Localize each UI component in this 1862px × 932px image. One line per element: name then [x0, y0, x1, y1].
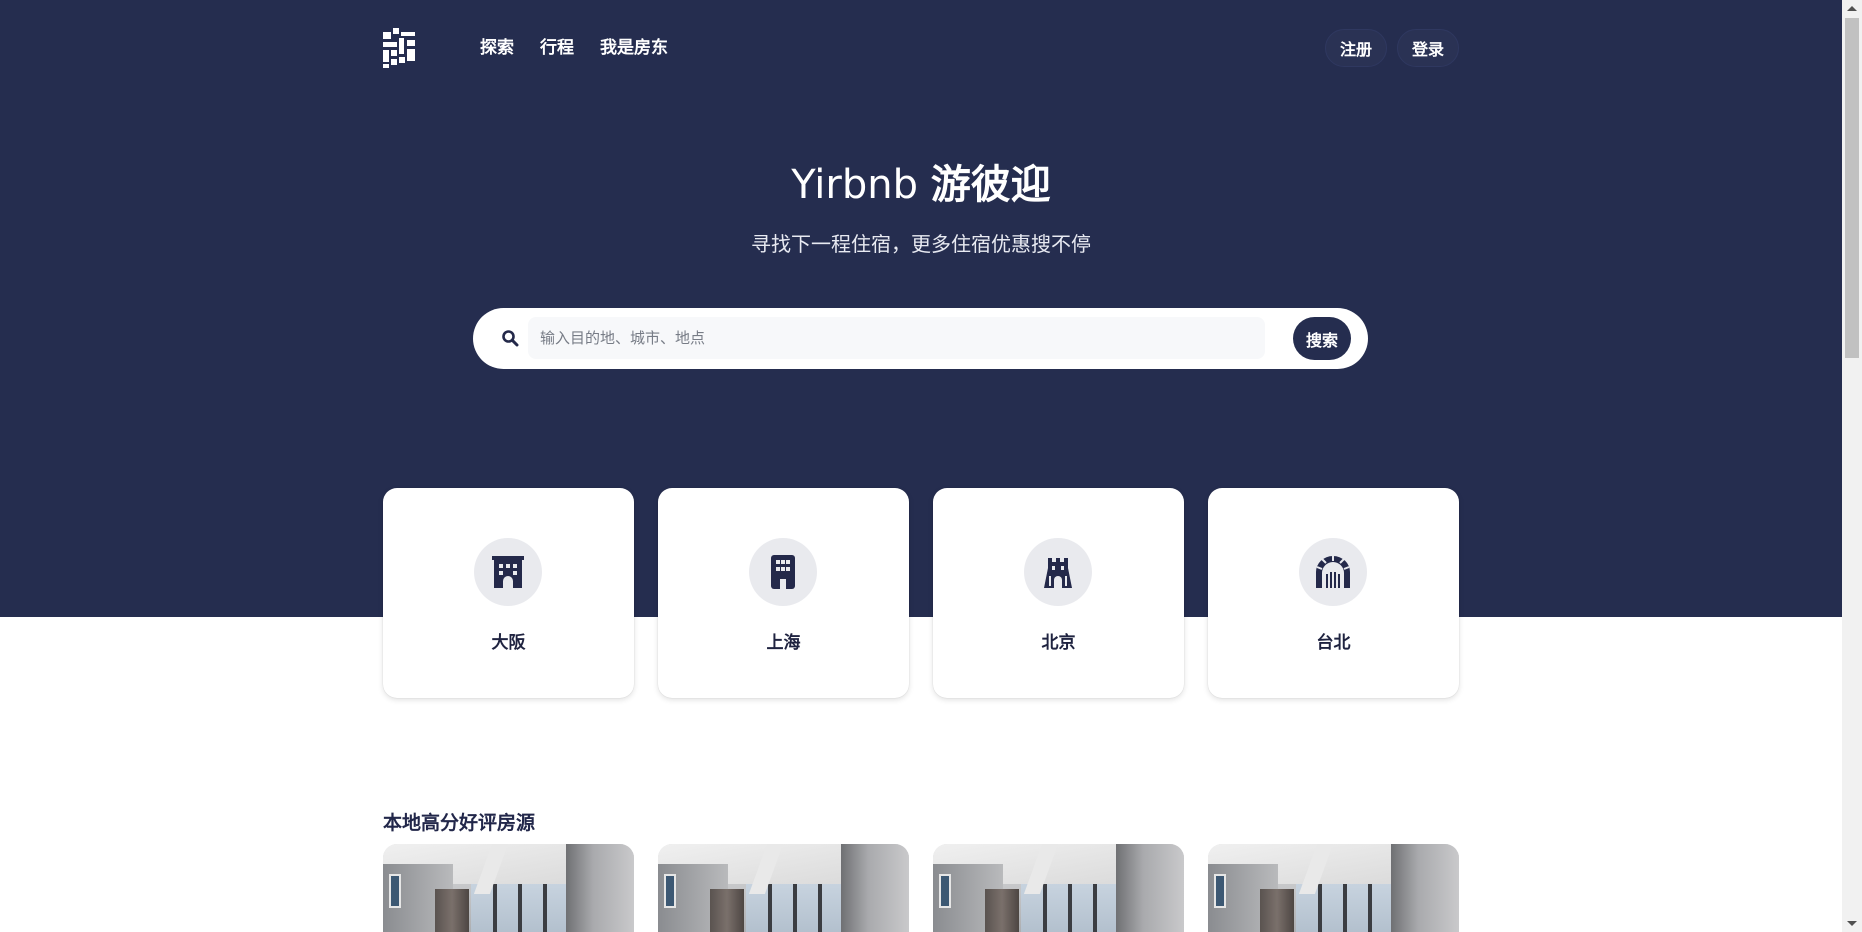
nav-item-host[interactable]: 我是房东 — [600, 36, 668, 60]
main-nav: 探索 行程 我是房东 — [480, 36, 668, 60]
city-name: 台北 — [1316, 633, 1351, 653]
section-title-top-rated: 本地高分好评房源 — [383, 812, 536, 834]
gate-tower-icon — [1024, 538, 1092, 606]
city-card-beijing[interactable]: 北京 — [933, 488, 1184, 698]
search-button[interactable]: 搜索 — [1293, 317, 1351, 360]
top-navigation: 探索 行程 我是房东 注册 登录 — [383, 28, 1459, 68]
city-list: 大阪 上海 北京 台北 — [383, 488, 1459, 698]
listing-grid — [383, 844, 1459, 932]
hero-subtitle: 寻找下一程住宿，更多住宿优惠搜不停 — [751, 232, 1091, 256]
listing-card[interactable] — [383, 844, 634, 932]
city-card-taipei[interactable]: 台北 — [1208, 488, 1459, 698]
scroll-down-arrow-icon[interactable] — [1847, 921, 1857, 926]
scroll-up-arrow-icon[interactable] — [1847, 6, 1857, 11]
nav-item-trips[interactable]: 行程 — [540, 36, 574, 60]
wall-art — [1214, 874, 1226, 908]
logo-icon[interactable] — [383, 28, 415, 68]
city-card-shanghai[interactable]: 上海 — [658, 488, 909, 698]
page-scrollbar[interactable] — [1842, 0, 1862, 932]
listing-card[interactable] — [933, 844, 1184, 932]
wall-art — [389, 874, 401, 908]
auth-buttons: 注册 登录 — [1324, 29, 1459, 67]
hero-title: Yirbnb 游彼迎 — [0, 160, 1842, 210]
city-name: 上海 — [766, 633, 801, 653]
wall-art — [664, 874, 676, 908]
brand-name: Yirbnb — [791, 162, 918, 208]
city-card-osaka[interactable]: 大阪 — [383, 488, 634, 698]
nav-item-explore[interactable]: 探索 — [480, 36, 514, 60]
wall-art — [939, 874, 951, 908]
scroll-thumb[interactable] — [1845, 18, 1859, 358]
page: 探索 行程 我是房东 注册 登录 Yirbnb 游彼迎 寻找下一程住宿，更多住宿… — [0, 0, 1862, 932]
osaka-castle-icon — [474, 538, 542, 606]
search-icon — [501, 329, 519, 347]
arch-gate-icon — [1299, 538, 1367, 606]
login-button[interactable]: 登录 — [1396, 29, 1459, 67]
search-input[interactable] — [528, 317, 1265, 359]
city-name: 北京 — [1041, 633, 1076, 653]
search-bar: 搜索 — [473, 308, 1368, 369]
register-button[interactable]: 注册 — [1324, 29, 1387, 67]
city-name: 大阪 — [491, 633, 526, 653]
listing-card[interactable] — [658, 844, 909, 932]
brand-name-cn: 游彼迎 — [930, 162, 1051, 208]
listing-card[interactable] — [1208, 844, 1459, 932]
building-icon — [749, 538, 817, 606]
